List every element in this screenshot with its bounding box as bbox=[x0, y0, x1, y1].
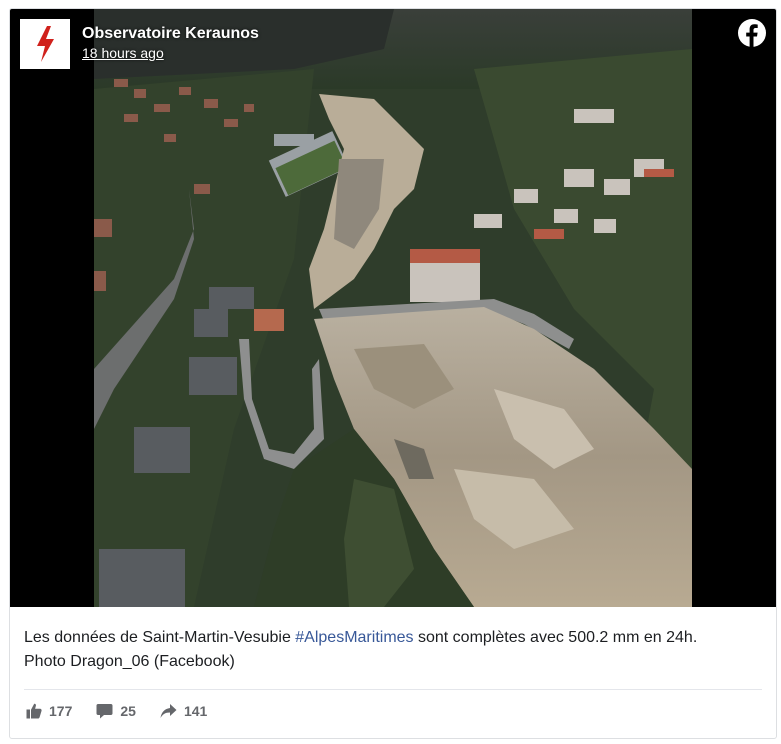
share-count: 141 bbox=[183, 703, 208, 719]
comment-count: 25 bbox=[120, 703, 136, 719]
hashtag-link[interactable]: #AlpesMaritimes bbox=[295, 629, 413, 646]
post-timestamp[interactable]: 18 hours ago bbox=[82, 44, 259, 62]
facebook-post-embed: Observatoire Keraunos 18 hours ago Les d… bbox=[9, 8, 777, 739]
lightning-bolt-icon bbox=[37, 26, 54, 62]
caption-line-2: Photo Dragon_06 (Facebook) bbox=[24, 653, 235, 670]
caption-text-end: sont complètes avec 500.2 mm en 24h. bbox=[413, 629, 698, 646]
page-meta: Observatoire Keraunos 18 hours ago bbox=[82, 24, 259, 62]
post-media[interactable]: Observatoire Keraunos 18 hours ago bbox=[10, 9, 776, 607]
caption-line-1: Les données de Saint-Martin-Vesubie #Alp… bbox=[24, 626, 764, 650]
post-header: Observatoire Keraunos 18 hours ago bbox=[20, 19, 259, 69]
engagement-bar: 177 25 141 bbox=[26, 703, 231, 719]
aerial-flood-photo[interactable] bbox=[94, 9, 692, 607]
comment-button[interactable]: 25 bbox=[96, 703, 136, 719]
thumbs-up-icon bbox=[26, 703, 42, 719]
like-count: 177 bbox=[49, 703, 73, 719]
page-avatar[interactable] bbox=[20, 19, 70, 69]
share-arrow-icon bbox=[160, 704, 177, 718]
facebook-logo-icon[interactable] bbox=[738, 19, 766, 47]
comment-bubble-icon bbox=[96, 704, 113, 719]
post-caption: Les données de Saint-Martin-Vesubie #Alp… bbox=[24, 626, 764, 674]
share-button[interactable]: 141 bbox=[160, 703, 207, 719]
divider bbox=[24, 689, 762, 690]
page-name[interactable]: Observatoire Keraunos bbox=[82, 24, 259, 44]
like-button[interactable]: 177 bbox=[26, 703, 72, 719]
caption-text: Les données de Saint-Martin-Vesubie bbox=[24, 629, 296, 646]
